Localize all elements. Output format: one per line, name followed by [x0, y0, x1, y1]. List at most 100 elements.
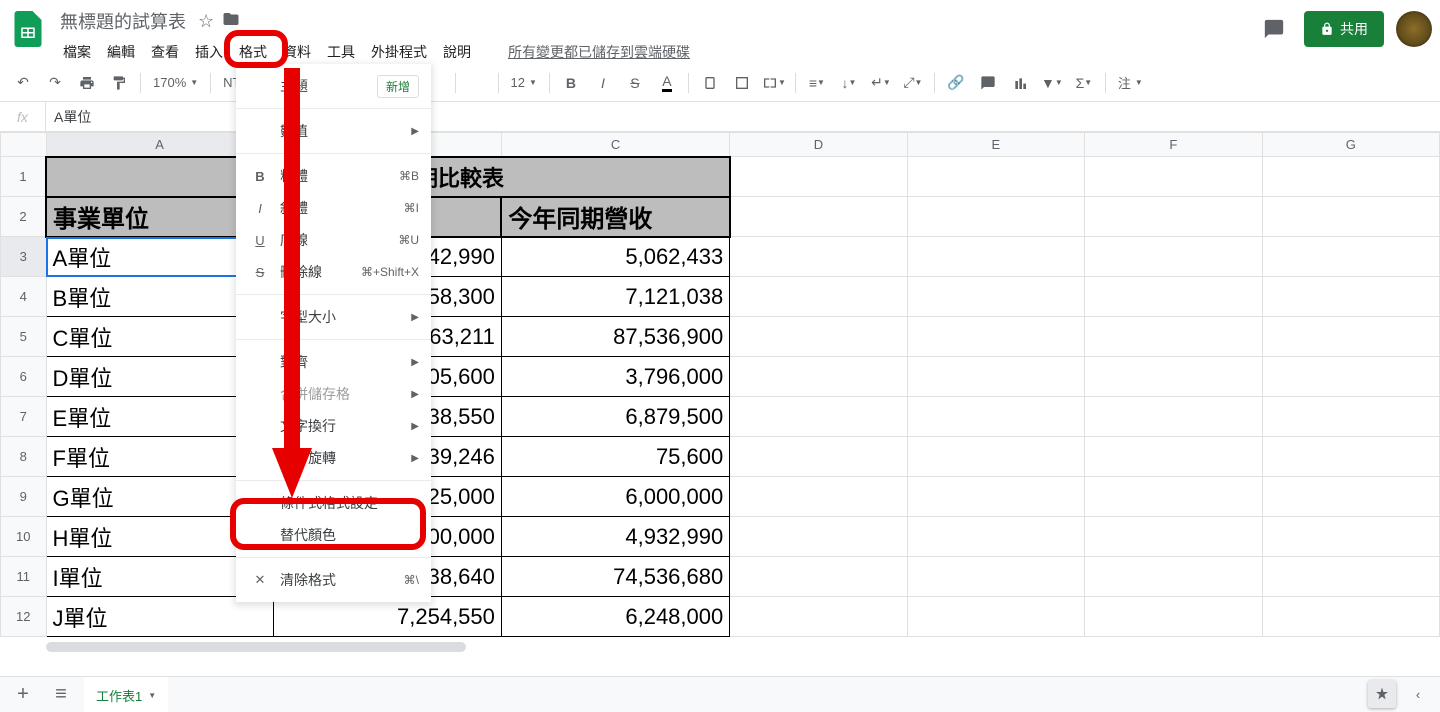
fill-color-button[interactable]: [695, 69, 725, 97]
title-area: 無標題的試算表 ☆ 檔案 編輯 查看 插入 格式 資料 工具 外掛程式 說明 所…: [56, 6, 1256, 66]
cell-this[interactable]: 3,796,000: [501, 357, 729, 397]
zoom-select[interactable]: 170%▼: [147, 69, 204, 97]
menu-view[interactable]: 查看: [144, 38, 186, 66]
sheet-tab-1[interactable]: 工作表1▼: [84, 677, 168, 712]
menu-tools[interactable]: 工具: [320, 38, 362, 66]
menu-item-conditional[interactable]: 條件式格式設定: [236, 487, 431, 519]
wrap-button[interactable]: ↵▼: [866, 69, 896, 97]
cell-this[interactable]: 74,536,680: [501, 557, 729, 597]
menu-item-bold[interactable]: B粗體⌘B: [236, 160, 431, 192]
menubar: 檔案 編輯 查看 插入 格式 資料 工具 外掛程式 說明 所有變更都已儲存到雲端…: [56, 38, 1256, 66]
spreadsheet-grid[interactable]: A B C D E F G 1 OO公司營收同期比較表 2 事業單位 去年營收 …: [0, 132, 1440, 652]
header-this[interactable]: 今年同期營收: [501, 197, 729, 237]
menu-item-italic[interactable]: I斜體⌘I: [236, 192, 431, 224]
format-menu-dropdown: 主題 新增 數值▶ B粗體⌘B I斜體⌘I U底線⌘U S刪除線⌘+Shift+…: [236, 64, 431, 602]
row-header[interactable]: 4: [1, 277, 47, 317]
print-button[interactable]: [72, 69, 102, 97]
move-folder-icon[interactable]: [222, 10, 240, 33]
menu-item-wrap[interactable]: 文字換行▶: [236, 410, 431, 442]
menu-help[interactable]: 說明: [436, 38, 478, 66]
undo-button[interactable]: ↶: [8, 69, 38, 97]
menu-addons[interactable]: 外掛程式: [364, 38, 434, 66]
side-panel-toggle[interactable]: ‹: [1404, 680, 1432, 708]
redo-button[interactable]: ↷: [40, 69, 70, 97]
chart-button[interactable]: [1005, 69, 1035, 97]
row-header[interactable]: 5: [1, 317, 47, 357]
col-header-G[interactable]: G: [1262, 133, 1440, 157]
explore-button[interactable]: [1368, 680, 1396, 708]
menu-insert[interactable]: 插入: [188, 38, 230, 66]
italic-button[interactable]: I: [588, 69, 618, 97]
row-header[interactable]: 3: [1, 237, 47, 277]
menu-item-altcolor[interactable]: 替代顏色: [236, 519, 431, 551]
row-header[interactable]: 7: [1, 397, 47, 437]
row-header[interactable]: 8: [1, 437, 47, 477]
cell-this[interactable]: 6,000,000: [501, 477, 729, 517]
bold-button[interactable]: B: [556, 69, 586, 97]
col-header-C[interactable]: C: [501, 133, 729, 157]
all-sheets-button[interactable]: ≡: [46, 680, 76, 710]
link-button[interactable]: 🔗: [941, 69, 971, 97]
menu-edit[interactable]: 編輯: [100, 38, 142, 66]
new-chip: 新增: [377, 75, 419, 98]
sheet-bar: + ≡ 工作表1▼: [0, 676, 1440, 712]
menu-item-rotate[interactable]: 文字旋轉▶: [236, 442, 431, 474]
row-header-2[interactable]: 2: [1, 197, 47, 237]
text-color-button[interactable]: A: [652, 69, 682, 97]
row-header[interactable]: 10: [1, 517, 47, 557]
menu-item-clear[interactable]: ✕清除格式⌘\: [236, 564, 431, 596]
cell-unit[interactable]: J單位: [46, 597, 273, 637]
col-header-D[interactable]: D: [730, 133, 907, 157]
cell-this[interactable]: 87,536,900: [501, 317, 729, 357]
strikethrough-button[interactable]: S: [620, 69, 650, 97]
cell-this[interactable]: 7,121,038: [501, 277, 729, 317]
row-header[interactable]: 12: [1, 597, 47, 637]
cell-this[interactable]: 75,600: [501, 437, 729, 477]
menu-item-number[interactable]: 數值▶: [236, 115, 431, 147]
menu-item-strike[interactable]: S刪除線⌘+Shift+X: [236, 256, 431, 288]
cell-last[interactable]: 7,254,550: [273, 597, 501, 637]
cell-this[interactable]: 6,248,000: [501, 597, 729, 637]
comment-button[interactable]: [973, 69, 1003, 97]
save-status[interactable]: 所有變更都已儲存到雲端硬碟: [500, 38, 698, 66]
menu-item-fontsize[interactable]: 字型大小▶: [236, 301, 431, 333]
borders-button[interactable]: [727, 69, 757, 97]
merge-cells-button[interactable]: ▼: [759, 69, 789, 97]
input-tools[interactable]: 注▼: [1112, 69, 1149, 97]
comment-history-icon[interactable]: [1256, 11, 1292, 47]
rotate-button[interactable]: ⤢▼: [898, 69, 928, 97]
doc-title[interactable]: 無標題的試算表: [56, 6, 190, 36]
col-header-F[interactable]: F: [1085, 133, 1262, 157]
cell-this[interactable]: 4,932,990: [501, 517, 729, 557]
explore-icon: [1374, 686, 1390, 702]
menu-item-underline[interactable]: U底線⌘U: [236, 224, 431, 256]
paint-format-button[interactable]: [104, 69, 134, 97]
cell-this[interactable]: 6,879,500: [501, 397, 729, 437]
menu-item-theme[interactable]: 主題 新增: [236, 70, 431, 102]
share-label: 共用: [1340, 19, 1368, 39]
v-align-button[interactable]: ↓▼: [834, 69, 864, 97]
menu-item-align[interactable]: 對齊▶: [236, 346, 431, 378]
row-header-1[interactable]: 1: [1, 157, 47, 197]
account-avatar[interactable]: [1396, 11, 1432, 47]
star-icon[interactable]: ☆: [198, 11, 214, 32]
menu-file[interactable]: 檔案: [56, 38, 98, 66]
horizontal-scrollbar[interactable]: [46, 642, 466, 652]
row-header[interactable]: 9: [1, 477, 47, 517]
row-header[interactable]: 6: [1, 357, 47, 397]
cell-this[interactable]: 5,062,433: [501, 237, 729, 277]
chevron-down-icon: ▼: [148, 691, 156, 700]
h-align-button[interactable]: ≡▼: [802, 69, 832, 97]
row-header[interactable]: 11: [1, 557, 47, 597]
formula-bar: fx A單位: [0, 102, 1440, 132]
menu-format[interactable]: 格式: [232, 38, 274, 66]
col-header-E[interactable]: E: [907, 133, 1084, 157]
filter-button[interactable]: ▼▼: [1037, 69, 1067, 97]
add-sheet-button[interactable]: +: [8, 680, 38, 710]
corner-cell[interactable]: [1, 133, 47, 157]
font-size-select[interactable]: 12▼: [505, 69, 543, 97]
share-button[interactable]: 共用: [1304, 11, 1384, 47]
functions-button[interactable]: Σ▼: [1069, 69, 1099, 97]
sheets-logo[interactable]: [8, 9, 48, 49]
menu-data[interactable]: 資料: [276, 38, 318, 66]
